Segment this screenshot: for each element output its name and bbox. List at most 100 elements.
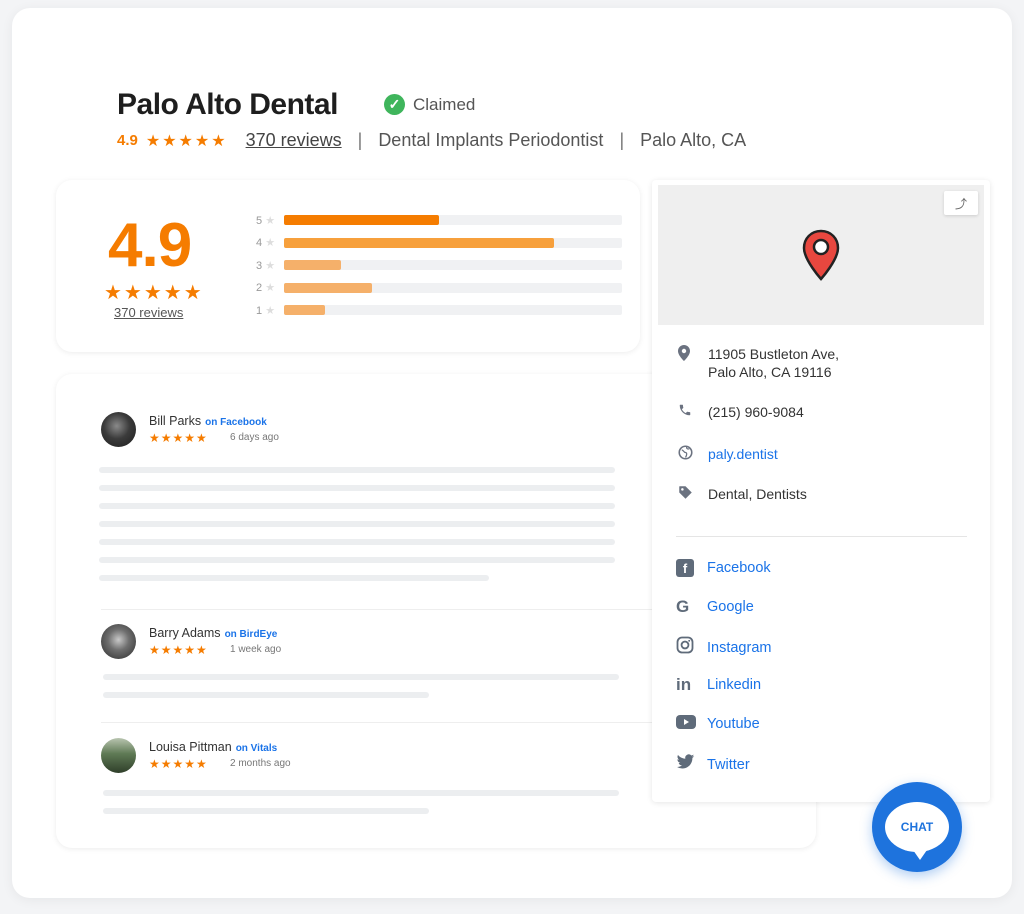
business-location: Palo Alto, CA xyxy=(640,130,747,150)
rating-bar-4[interactable]: 4 ★ xyxy=(256,236,622,250)
rating-bar-track xyxy=(284,215,622,225)
chat-button[interactable]: CHAT xyxy=(872,782,962,872)
social-youtube[interactable]: Youtube xyxy=(676,714,760,734)
review-source[interactable]: on BirdEye xyxy=(225,629,278,640)
rating-bar-2[interactable]: 2 ★ xyxy=(256,281,622,295)
reviewer-name[interactable]: Louisa Pittman on Vitals xyxy=(149,740,277,754)
linkedin-icon: in xyxy=(676,675,692,694)
header-reviews-link[interactable]: 370 reviews xyxy=(246,130,342,151)
review-stars: ★★★★★ xyxy=(149,757,208,771)
social-instagram[interactable]: Instagram xyxy=(676,636,771,659)
google-icon: G xyxy=(676,597,690,616)
address-line1: 11905 Bustleton Ave, xyxy=(708,346,840,362)
social-google[interactable]: G Google xyxy=(676,597,754,617)
review-time: 6 days ago xyxy=(230,432,279,443)
rating-bar-5[interactable]: 5 ★ xyxy=(256,213,622,227)
rating-bar-fill xyxy=(284,282,372,293)
facebook-icon: f xyxy=(676,558,707,578)
directions-icon[interactable]: ⤴ xyxy=(944,191,978,215)
rating-bar-label: 2 ★ xyxy=(256,282,276,294)
star-icon: ★ xyxy=(265,237,276,249)
text-placeholder xyxy=(99,521,615,527)
social-twitter[interactable]: Twitter xyxy=(676,754,750,775)
star-icon: ★ xyxy=(265,214,276,227)
reviewer-name[interactable]: Barry Adams on BirdEye xyxy=(149,626,277,640)
text-placeholder xyxy=(103,674,619,680)
text-placeholder xyxy=(99,557,615,563)
avatar[interactable] xyxy=(101,738,136,773)
chat-bubble-icon: CHAT xyxy=(885,802,949,860)
text-placeholder xyxy=(99,485,615,491)
reviewer-name[interactable]: Bill Parks on Facebook xyxy=(149,414,267,428)
avatar[interactable] xyxy=(101,624,136,659)
website-link[interactable]: paly.dentist xyxy=(708,445,778,463)
summary-rating: 4.9 xyxy=(108,211,192,280)
social-linkedin[interactable]: in Linkedin xyxy=(676,675,761,695)
business-meta: 4.9 ★★★★★ 370 reviews | Dental Implants … xyxy=(117,130,746,151)
divider xyxy=(101,609,661,610)
business-categories: Dental Implants Periodontist xyxy=(378,130,604,150)
star-icon: ★ xyxy=(265,304,276,317)
youtube-icon xyxy=(676,714,707,734)
phone-number[interactable]: (215) 960-9084 xyxy=(708,403,804,421)
star-icon: ★ xyxy=(265,282,276,294)
tags-row: Dental, Dentists xyxy=(678,485,807,504)
divider xyxy=(676,536,967,537)
rating-bar-label: 3 ★ xyxy=(256,259,276,272)
twitter-icon xyxy=(676,754,707,775)
review-stars: ★★★★★ xyxy=(149,643,208,657)
separator: | xyxy=(357,130,363,150)
rating-bar-fill xyxy=(284,215,439,225)
rating-bar-label: 5 ★ xyxy=(256,214,276,227)
instagram-icon xyxy=(676,636,707,659)
review-source[interactable]: on Facebook xyxy=(205,417,267,428)
text-placeholder xyxy=(99,575,489,581)
social-facebook[interactable]: f Facebook xyxy=(676,558,771,578)
text-placeholder xyxy=(103,790,619,796)
star-icon: ★ xyxy=(265,259,276,272)
address-line2: Palo Alto, CA 19116 xyxy=(708,364,832,380)
phone-row: (215) 960-9084 xyxy=(678,403,804,421)
address-row: 11905 Bustleton Ave, Palo Alto, CA 19116 xyxy=(678,345,839,381)
map[interactable]: ⤴ xyxy=(658,185,984,325)
rating-bar-label: 4 ★ xyxy=(256,237,276,249)
phone-icon xyxy=(678,403,708,421)
claimed-badge: ✓ Claimed xyxy=(384,94,475,115)
rating-bar-label: 1 ★ xyxy=(256,304,276,317)
rating-bar-3[interactable]: 3 ★ xyxy=(256,258,622,272)
rating-bar-fill xyxy=(284,260,341,270)
summary-reviews-link[interactable]: 370 reviews xyxy=(114,305,183,320)
location-icon xyxy=(678,345,708,365)
tag-icon xyxy=(678,485,708,504)
review-source[interactable]: on Vitals xyxy=(236,743,278,754)
avatar[interactable] xyxy=(101,412,136,447)
header-stars: ★★★★★ xyxy=(145,132,228,150)
rating-summary: 4.9 ★ ★ ★ ★ ★ 370 reviews 5 ★ 4 ★ 3 ★ 2 ★ 1 ★ xyxy=(56,180,640,352)
text-placeholder xyxy=(99,467,615,473)
check-icon: ✓ xyxy=(384,94,405,115)
rating-bar-track xyxy=(284,260,622,270)
rating-bar-fill xyxy=(284,237,554,248)
globe-icon xyxy=(678,445,708,464)
business-name: Palo Alto Dental xyxy=(117,88,338,121)
website-row: paly.dentist xyxy=(678,445,778,464)
chat-label: CHAT xyxy=(900,820,934,834)
review-time: 1 week ago xyxy=(230,644,282,655)
business-info-panel: ⤴ 11905 Bustleton Ave, Palo Alto, CA 191… xyxy=(652,180,990,802)
review-time: 2 months ago xyxy=(230,758,291,769)
text-placeholder xyxy=(99,503,615,509)
header-rating: 4.9 xyxy=(117,132,138,149)
rating-bar-fill xyxy=(284,305,325,315)
text-placeholder xyxy=(103,692,429,698)
text-placeholder xyxy=(99,539,615,545)
rating-bar-track xyxy=(284,305,622,315)
map-pin-icon xyxy=(802,229,840,281)
review-stars: ★★★★★ xyxy=(149,431,208,445)
text-placeholder xyxy=(103,808,429,814)
rating-bar-track xyxy=(284,237,622,248)
separator: | xyxy=(619,130,625,150)
rating-bar-track xyxy=(284,282,622,293)
business-tags: Dental, Dentists xyxy=(708,486,807,502)
rating-bar-1[interactable]: 1 ★ xyxy=(256,303,622,317)
divider xyxy=(101,722,661,723)
